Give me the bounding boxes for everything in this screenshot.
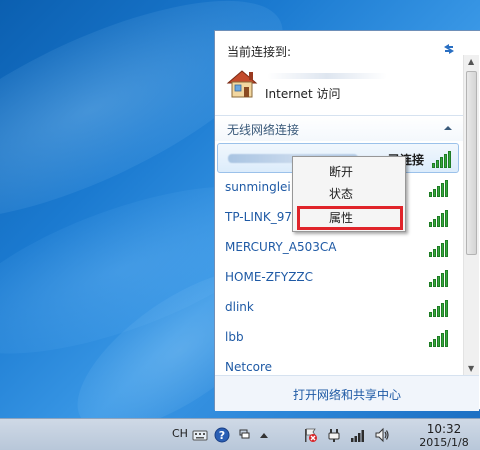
network-item[interactable]: lbb	[215, 323, 461, 353]
menu-item-status[interactable]: 状态	[295, 182, 403, 204]
network-name: HOME-ZFYZZC	[225, 270, 314, 284]
network-item[interactable]: Netcore	[215, 353, 461, 375]
menu-item-label: 断开	[329, 165, 354, 179]
system-clock[interactable]: 10:32 2015/1/8	[414, 419, 474, 449]
network-context-menu: 断开 状态 属性	[292, 156, 406, 232]
help-icon[interactable]: ?	[214, 427, 230, 443]
refresh-icon[interactable]	[441, 41, 457, 57]
network-name: lbb	[225, 330, 244, 344]
network-name: TP-LINK_97	[225, 210, 292, 224]
connected-title: 当前连接到:	[227, 45, 292, 59]
language-indicator[interactable]: CH	[172, 427, 188, 440]
keyboard-icon[interactable]	[192, 427, 208, 443]
network-item[interactable]: MERCURY_A503CA	[215, 233, 461, 263]
wifi-signal-icon	[429, 239, 449, 257]
action-center-flag-icon[interactable]	[302, 427, 318, 443]
scroll-thumb[interactable]	[466, 71, 477, 255]
network-item[interactable]: dlink	[215, 293, 461, 323]
wireless-section-title: 无线网络连接	[227, 123, 300, 137]
chevron-up-icon[interactable]	[443, 123, 453, 133]
network-name: Netcore	[225, 360, 273, 374]
show-hidden-icons-icon[interactable]	[256, 427, 272, 443]
volume-icon[interactable]	[374, 427, 390, 443]
open-network-center-link[interactable]: 打开网络和共享中心	[215, 386, 479, 403]
clock-date: 2015/1/8	[419, 436, 469, 449]
menu-item-label: 状态	[329, 187, 354, 201]
power-plug-icon[interactable]	[326, 427, 342, 443]
network-list-scrollbar[interactable]: ▲ ▼	[463, 55, 479, 375]
ime-options-icon[interactable]	[236, 427, 252, 443]
highlight-box	[297, 206, 403, 230]
wifi-signal-icon	[432, 150, 452, 168]
network-name: sunminglei	[225, 180, 291, 194]
menu-item-disconnect[interactable]: 断开	[295, 160, 403, 182]
wifi-signal-icon	[429, 179, 449, 197]
wifi-signal-icon	[429, 299, 449, 317]
network-item[interactable]: HOME-ZFYZZC	[215, 263, 461, 293]
wifi-signal-icon[interactable]	[350, 427, 366, 443]
network-name: dlink	[225, 300, 254, 314]
wifi-signal-icon	[429, 329, 449, 347]
scroll-up-icon[interactable]: ▲	[468, 57, 474, 66]
network-name: MERCURY_A503CA	[225, 240, 337, 254]
clock-time: 10:32	[426, 422, 462, 436]
internet-access-label: Internet 访问	[265, 87, 341, 101]
house-icon	[226, 70, 258, 98]
taskbar: CH ? 10:32 2015/1/8	[0, 418, 480, 450]
wifi-signal-icon	[429, 269, 449, 287]
svg-text:?: ?	[219, 429, 225, 442]
connected-network-name-blurred	[267, 73, 387, 79]
wireless-section-header[interactable]: 无线网络连接	[215, 115, 479, 141]
wifi-signal-icon	[429, 209, 449, 227]
scroll-down-icon[interactable]: ▼	[468, 364, 474, 373]
flyout-footer: 打开网络和共享中心	[215, 375, 479, 411]
